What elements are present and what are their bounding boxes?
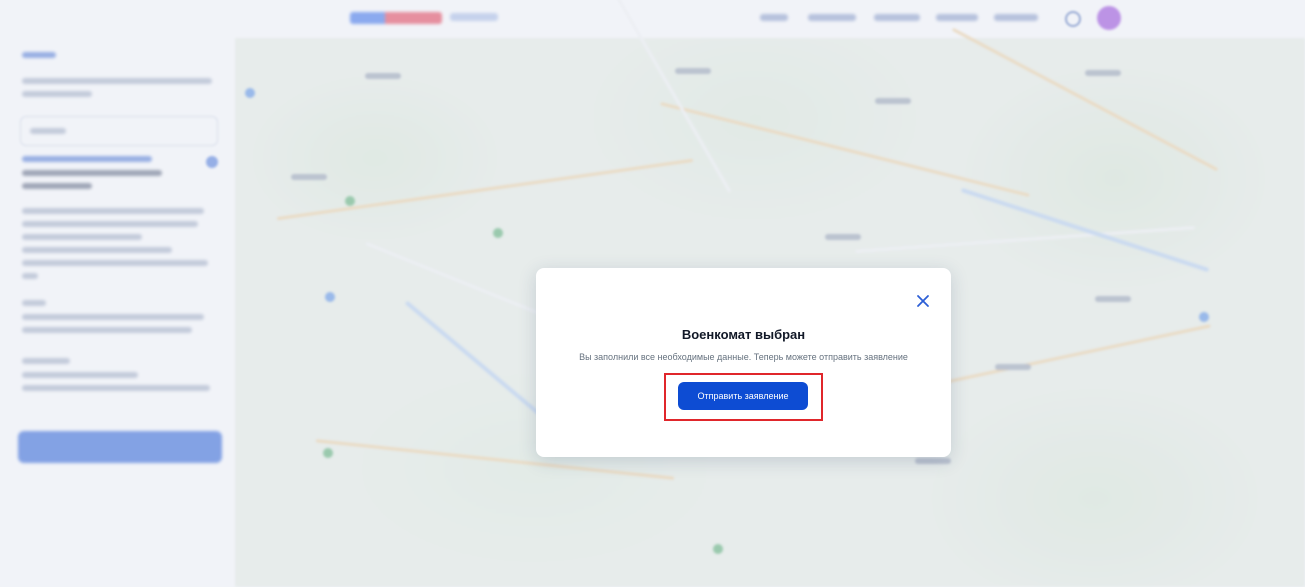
- modal-title: Военкомат выбран: [681, 327, 806, 342]
- submit-application-button[interactable]: Отправить заявление: [678, 382, 808, 410]
- close-icon: [917, 295, 929, 307]
- modal-description: Вы заполнили все необходимые данные. Теп…: [579, 352, 908, 362]
- confirmation-modal: Военкомат выбран Вы заполнили все необхо…: [536, 268, 951, 457]
- close-button[interactable]: [912, 290, 934, 312]
- page: Военкомат выбран Вы заполнили все необхо…: [0, 0, 1305, 587]
